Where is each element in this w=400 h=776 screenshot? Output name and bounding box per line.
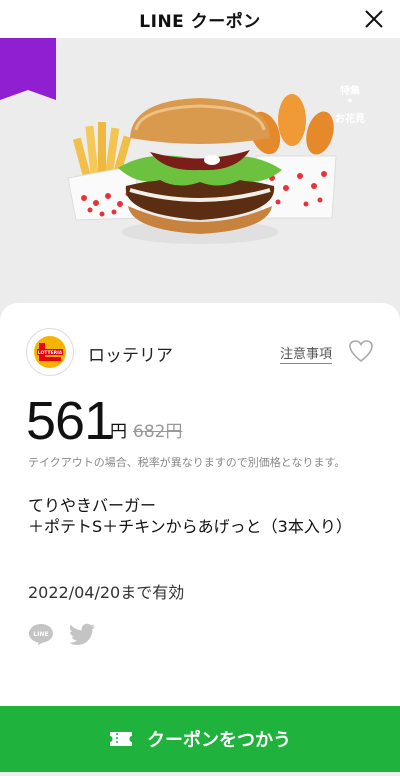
hero-image: 特集 ★ お花見 bbox=[0, 38, 400, 328]
product-name: てりやきバーガー ＋ポテトS＋チキンからあげっと（3本入り） bbox=[28, 495, 378, 537]
product-name-line-2: ＋ポテトS＋チキンからあげっと（3本入り） bbox=[28, 517, 352, 536]
ribbon-top-text: 特集 bbox=[340, 86, 360, 97]
coupon-card: LOTTERIA ロッテリア 注意事項 561 円 682円 テイクアウトの場合… bbox=[0, 303, 400, 708]
ribbon-bottom-text: お花見 bbox=[335, 114, 365, 125]
price-unit: 円 bbox=[110, 422, 127, 442]
tax-note: テイクアウトの場合、税率が異なりますので別価格となります。 bbox=[28, 456, 346, 469]
close-icon[interactable] bbox=[362, 7, 386, 31]
top-bar: LINE クーポン bbox=[0, 0, 400, 38]
ribbon-badge bbox=[0, 38, 56, 100]
original-price: 682円 bbox=[133, 422, 183, 442]
page-title: LINE クーポン bbox=[139, 11, 261, 32]
ticket-icon bbox=[110, 732, 132, 746]
ribbon-star: ★ bbox=[346, 96, 354, 105]
twitter-icon[interactable] bbox=[70, 623, 96, 645]
use-coupon-label: クーポンをつかう bbox=[147, 730, 291, 751]
line-icon[interactable]: LINE bbox=[28, 623, 54, 645]
shop-logo: LOTTERIA bbox=[26, 328, 74, 376]
notice-link[interactable]: 注意事項 bbox=[280, 343, 333, 364]
burger-illustration bbox=[118, 98, 282, 244]
expiry-date: 2022/04/20まで有効 bbox=[28, 583, 185, 602]
logo-text: LOTTERIA bbox=[38, 350, 63, 356]
lotteria-logo-icon: LOTTERIA bbox=[34, 336, 66, 368]
shop-name: ロッテリア bbox=[88, 346, 173, 366]
heart-icon[interactable] bbox=[348, 339, 374, 363]
line-icon-text: LINE bbox=[33, 631, 48, 638]
product-name-line-1: てりやきバーガー bbox=[28, 496, 157, 515]
use-coupon-button[interactable]: クーポンをつかう bbox=[0, 706, 400, 772]
discount-price: 561 bbox=[26, 391, 114, 451]
